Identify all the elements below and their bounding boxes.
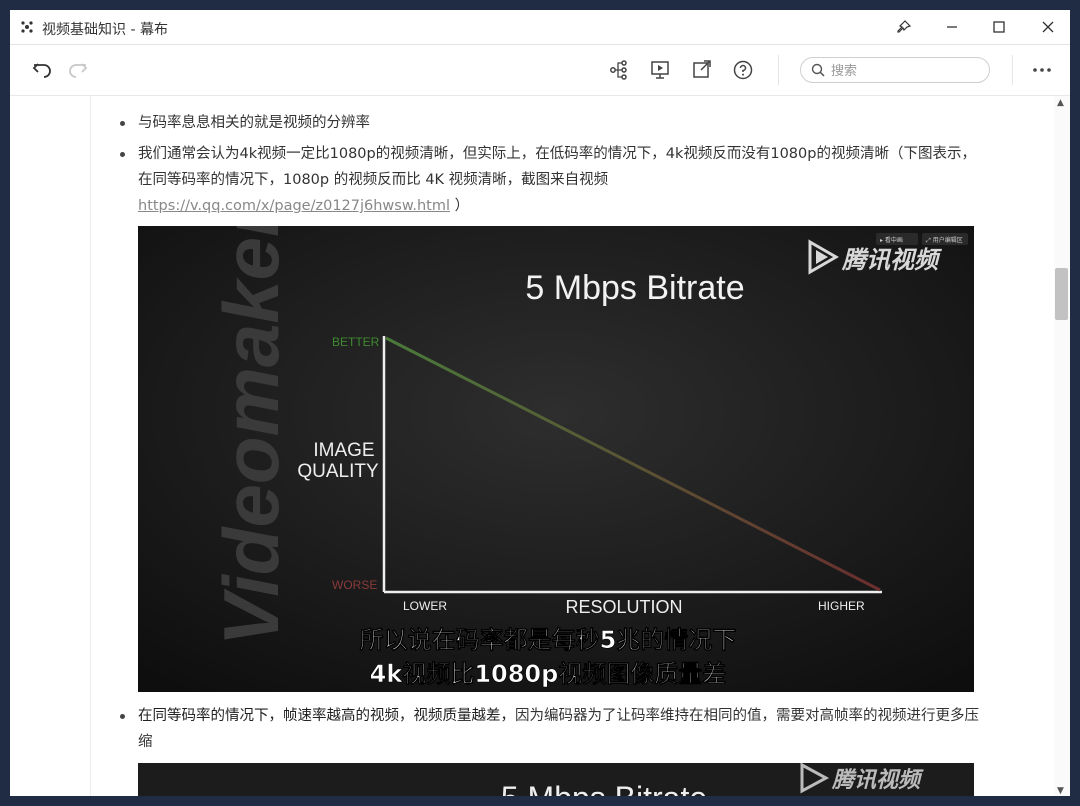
vertical-scrollbar[interactable]: ▲ ▼ — [1054, 96, 1070, 796]
y-top-label: BETTER — [332, 335, 380, 349]
subtitle-line1: 所以说在码率都是每秒5兆的情况下 — [360, 626, 737, 654]
present-button[interactable] — [648, 58, 672, 82]
undo-icon — [32, 63, 51, 78]
window-title: 视频基础知识 - 幕布 — [42, 22, 168, 38]
y-axis-label-line2: QUALITY — [297, 461, 379, 482]
list-item[interactable]: 在同等码率的情况下，帧速率越高的视频，视频质量越差，因为编码器为了让码率维持在相… — [138, 703, 983, 755]
redo-icon — [69, 63, 88, 78]
close-button[interactable] — [1036, 16, 1060, 38]
scroll-down-icon[interactable]: ▼ — [1057, 786, 1064, 796]
toolbar-divider — [778, 55, 779, 85]
mindmap-icon — [610, 60, 627, 80]
search-box[interactable] — [800, 57, 990, 83]
redo-button[interactable] — [66, 58, 90, 82]
help-button[interactable] — [731, 58, 755, 82]
list-item-text: 与码率息息相关的就是视频的分辨率 — [138, 115, 370, 131]
toolbar — [10, 45, 1070, 96]
video-screenshot-image: Videomaker ▸ 看中画 ⤢ 用户编辑区 腾讯视频 5 Mbps Bit… — [138, 226, 974, 692]
list-item[interactable]: 与码率息息相关的就是视频的分辨率 — [138, 110, 983, 136]
source-link[interactable]: https://v.qq.com/x/page/z0127j6hwsw.html — [138, 198, 450, 214]
video-screenshot-image: 腾讯视频 5 Mbps Bitrate — [138, 763, 974, 796]
chart-title: 5 Mbps Bitrate — [525, 269, 744, 307]
document-content: 与码率息息相关的就是视频的分辨率 我们通常会认为4k视频一定比1080p的视频清… — [10, 96, 1070, 796]
y-bottom-label: WORSE — [332, 578, 377, 592]
list-item[interactable]: 我们通常会认为4k视频一定比1080p的视频清晰，但实际上，在低码率的情况下，4… — [138, 141, 983, 219]
bullet-dot[interactable] — [120, 121, 125, 126]
player-control-text[interactable]: ▸ 看中画 — [880, 236, 903, 244]
presentation-icon — [651, 61, 669, 79]
list-item-bold-text: 在同等码率的情况下，帧速率越高的视频，视频质量越差， — [138, 708, 515, 724]
export-button[interactable] — [690, 58, 714, 82]
maximize-button[interactable] — [987, 16, 1011, 38]
list-item-text: 我们通常会认为4k视频一定比1080p的视频清晰，但实际上，在低码率的情况下，4… — [138, 146, 976, 188]
list-item-text-close: ） — [454, 198, 470, 214]
indent-guide — [90, 96, 91, 796]
more-button[interactable] — [1030, 58, 1054, 82]
player-control-text[interactable]: ⤢ 用户编辑区 — [926, 236, 963, 244]
y-axis-label-line1: IMAGE — [313, 440, 374, 461]
subtitle-line2: 4k视频比1080p视频图像质量差 — [370, 660, 727, 688]
bullet-dot[interactable] — [120, 714, 125, 719]
more-icon — [1033, 68, 1051, 72]
app-window: 视频基础知识 - 幕布 搜索 与码率息息相关的就是视频的分辨率 我们通常会认为4… — [10, 10, 1070, 796]
x-right-label: HIGHER — [818, 599, 865, 613]
scroll-up-icon[interactable]: ▲ — [1057, 98, 1064, 108]
undo-button[interactable] — [30, 58, 54, 82]
help-icon — [733, 60, 753, 80]
x-axis-label: RESOLUTION — [565, 597, 682, 617]
watermark-text: 腾讯视频 — [841, 246, 943, 274]
export-icon — [693, 60, 711, 78]
search-icon — [811, 63, 825, 77]
x-left-label: LOWER — [403, 599, 447, 613]
chart-title: 5 Mbps Bitrate — [501, 780, 707, 796]
videomaker-brand-text: Videomaker — [207, 226, 295, 646]
search-input[interactable] — [829, 61, 983, 81]
watermark-text: 腾讯视频 — [831, 768, 924, 793]
minimize-button[interactable] — [940, 16, 964, 38]
app-logo-icon — [21, 21, 33, 33]
scroll-thumb[interactable] — [1055, 268, 1068, 320]
pin-icon[interactable] — [892, 16, 916, 38]
title-bar: 视频基础知识 - 幕布 — [10, 10, 1070, 45]
mindmap-button[interactable] — [607, 58, 631, 82]
bullet-dot[interactable] — [120, 152, 125, 157]
toolbar-divider — [1012, 55, 1013, 85]
